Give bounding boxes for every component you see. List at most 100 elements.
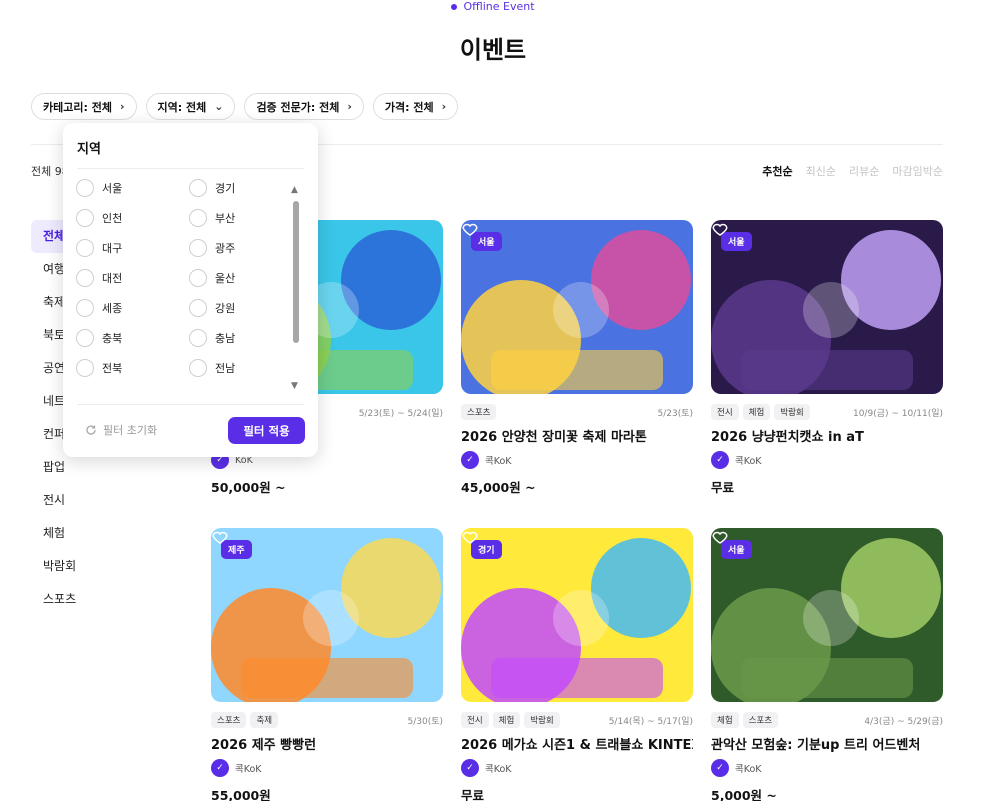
heart-icon[interactable] (711, 528, 729, 546)
event-thumbnail[interactable]: 제주 (211, 528, 443, 702)
event-thumbnail[interactable]: 서울 (711, 220, 943, 394)
sort-latest[interactable]: 최신순 (806, 163, 836, 179)
sidebar-item-sports[interactable]: 스포츠 (31, 583, 196, 616)
apply-filter-button[interactable]: 필터 적용 (228, 417, 305, 444)
event-meta: 체험 스포츠 4/3(금) ~ 5/29(금) (711, 712, 943, 728)
event-date: 4/3(금) ~ 5/29(금) (864, 716, 943, 727)
event-tag: 스포츠 (461, 404, 497, 420)
event-title[interactable]: 2026 제주 빵빵런 (211, 734, 443, 753)
event-card[interactable]: 경기 전시 체험 박람회 5/14(목) ~ 5/17(일) 2026 메가쇼 시즌… (461, 528, 693, 801)
scrollbar-thumb[interactable] (293, 201, 299, 343)
organizer-name: 콕KoK (235, 764, 262, 775)
region-label: 전북 (102, 362, 123, 375)
eyebrow-label: Offline Event (463, 0, 535, 13)
event-title[interactable]: 2026 메가쇼 시즌1 & 트래블쇼 KINTEX (461, 734, 693, 753)
filter-price[interactable]: 가격: 전체 › (372, 93, 459, 120)
organizer-logo-icon: ✓ (211, 759, 229, 777)
region-option[interactable]: 강원 (189, 298, 288, 318)
radio-button[interactable] (189, 359, 207, 377)
region-option[interactable]: 서울 (76, 178, 189, 198)
event-card[interactable]: 서울 체험 스포츠 4/3(금) ~ 5/29(금) 관악산 모험숲: 기분up … (711, 528, 943, 801)
event-card[interactable]: 제주 스포츠 축제 5/30(토) 2026 제주 빵빵런 ✓ 콕KoK 55,0… (211, 528, 443, 801)
event-title[interactable]: 관악산 모험숲: 기분up 트리 어드벤처 (711, 734, 943, 753)
radio-button[interactable] (189, 179, 207, 197)
organizer-name: 콕KoK (735, 456, 762, 467)
event-price: 45,000원 ~ (461, 480, 536, 495)
region-option[interactable]: 부산 (189, 208, 288, 228)
event-tag: 체험 (492, 712, 521, 728)
event-thumbnail[interactable]: 서울 (461, 220, 693, 394)
region-option[interactable]: 충북 (76, 328, 189, 348)
radio-button[interactable] (76, 299, 94, 317)
event-date: 5/14(목) ~ 5/17(일) (608, 716, 693, 727)
organizer-name: 콕KoK (485, 764, 512, 775)
heart-icon[interactable] (211, 528, 229, 546)
tag-list: 체험 스포츠 (711, 712, 779, 728)
region-option[interactable]: 울산 (189, 268, 288, 288)
radio-button[interactable] (76, 239, 94, 257)
chevron-right-icon: › (119, 100, 125, 113)
region-option[interactable]: 세종 (76, 298, 189, 318)
event-thumbnail[interactable]: 서울 (711, 528, 943, 702)
organizer: ✓ 콕KoK (461, 759, 693, 777)
heart-icon[interactable] (711, 220, 729, 238)
event-title[interactable]: 2026 냥냥펀치캣쇼 in aT (711, 426, 943, 445)
region-option[interactable]: 대구 (76, 238, 189, 258)
filter-expert[interactable]: 검증 전문가: 전체 › (244, 93, 364, 120)
event-card[interactable]: 서울 스포츠 5/23(토) 2026 안양천 장미꽃 축제 마라톤 ✓ 콕Ko… (461, 220, 693, 527)
organizer-name: 콕KoK (485, 456, 512, 467)
event-tag: 전시 (461, 712, 489, 728)
heart-icon[interactable] (461, 528, 479, 546)
scrollbar[interactable]: ▲ ▼ (291, 185, 301, 391)
organizer-logo-icon: ✓ (461, 759, 479, 777)
region-option[interactable]: 인천 (76, 208, 189, 228)
radio-button[interactable] (189, 239, 207, 257)
reset-filter-button[interactable]: 필터 초기화 (85, 422, 157, 438)
organizer: ✓ 콕KoK (461, 451, 693, 469)
event-meta: 전시 체험 박람회 5/14(목) ~ 5/17(일) (461, 712, 693, 728)
sort-recommended[interactable]: 추천순 (762, 163, 792, 179)
event-title[interactable]: 2026 안양천 장미꽃 축제 마라톤 (461, 426, 693, 445)
organizer: ✓ 콕KoK (211, 759, 443, 777)
region-option[interactable]: 경기 (189, 178, 288, 198)
filter-category[interactable]: 카테고리: 전체 › (31, 93, 137, 120)
event-date: 5/23(토) (657, 408, 693, 419)
radio-button[interactable] (189, 269, 207, 287)
refresh-icon (86, 425, 96, 435)
radio-button[interactable] (76, 209, 94, 227)
event-thumbnail[interactable]: 경기 (461, 528, 693, 702)
heart-icon[interactable] (461, 220, 479, 238)
event-date: 5/23(토) ~ 5/24(일) (358, 408, 443, 419)
radio-button[interactable] (189, 299, 207, 317)
region-label: 세종 (102, 302, 123, 315)
event-tag: 축제 (250, 712, 279, 728)
radio-button[interactable] (76, 359, 94, 377)
event-meta: 전시 체험 박람회 10/9(금) ~ 10/11(일) (711, 404, 943, 420)
region-option[interactable]: 전남 (189, 358, 288, 378)
event-price: 55,000원 (211, 788, 271, 801)
reset-label: 필터 초기화 (103, 424, 158, 437)
sidebar-item-experience[interactable]: 체험 (31, 517, 196, 550)
radio-button[interactable] (189, 209, 207, 227)
radio-button[interactable] (76, 179, 94, 197)
radio-button[interactable] (76, 269, 94, 287)
region-option[interactable]: 전북 (76, 358, 189, 378)
sidebar-item-expo[interactable]: 박람회 (31, 550, 196, 583)
scroll-up-icon[interactable]: ▲ (291, 185, 298, 195)
event-card[interactable]: 서울 전시 체험 박람회 10/9(금) ~ 10/11(일) 2026 냥냥펀치캣… (711, 220, 943, 527)
sort-deadline[interactable]: 마감임박순 (892, 163, 943, 179)
event-meta: 스포츠 5/23(토) (461, 404, 693, 420)
scroll-down-icon[interactable]: ▼ (291, 381, 298, 391)
region-option[interactable]: 충남 (189, 328, 288, 348)
filter-label: 가격: 전체 (384, 100, 434, 114)
region-option[interactable]: 대전 (76, 268, 189, 288)
filter-region[interactable]: 지역: 전체 ⌄ (145, 93, 236, 120)
region-option[interactable]: 광주 (189, 238, 288, 258)
sidebar-item-exhibition[interactable]: 전시 (31, 484, 196, 517)
sort-options: 추천순 최신순 리뷰순 마감임박순 (762, 163, 943, 179)
radio-button[interactable] (189, 329, 207, 347)
region-label: 광주 (215, 242, 236, 255)
sort-reviews[interactable]: 리뷰순 (849, 163, 879, 179)
radio-button[interactable] (76, 329, 94, 347)
region-label: 대전 (102, 272, 123, 285)
